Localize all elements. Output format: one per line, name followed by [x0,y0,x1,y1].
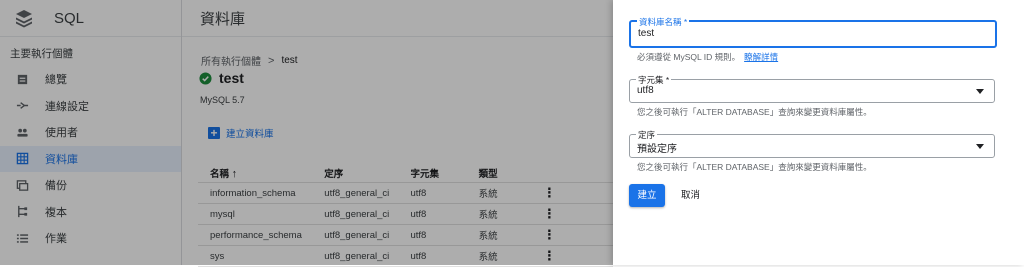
database-name-input[interactable]: test [638,28,654,39]
dropdown-arrow-icon [976,144,984,149]
charset-value: utf8 [637,85,654,96]
collation-helper: 您之後可執行「ALTER DATABASE」查詢來變更資料庫屬性。 [637,162,872,172]
collation-select[interactable]: 定序 預設定序 [629,129,995,158]
database-name-helper-text: 必須遵從 MySQL ID 規則。 [637,52,741,62]
collation-value: 預設定序 [637,144,677,155]
charset-select[interactable]: 字元集 * utf8 [629,74,995,103]
database-name-label: 資料庫名稱 * [637,16,690,28]
dropdown-arrow-icon [976,89,984,94]
create-button[interactable]: 建立 [629,184,665,207]
charset-helper: 您之後可執行「ALTER DATABASE」查詢來變更資料庫屬性。 [637,107,872,117]
create-database-panel: 資料庫名稱 * test 必須遵從 MySQL ID 規則。 瞭解詳情 字元集 *… [613,0,1024,265]
cancel-button[interactable]: 取消 [681,184,700,207]
learn-more-link[interactable]: 瞭解詳情 [744,52,778,62]
modal-scrim[interactable] [0,0,613,265]
database-name-field[interactable]: 資料庫名稱 * test [629,16,997,48]
database-name-helper: 必須遵從 MySQL ID 規則。 瞭解詳情 [637,51,778,63]
